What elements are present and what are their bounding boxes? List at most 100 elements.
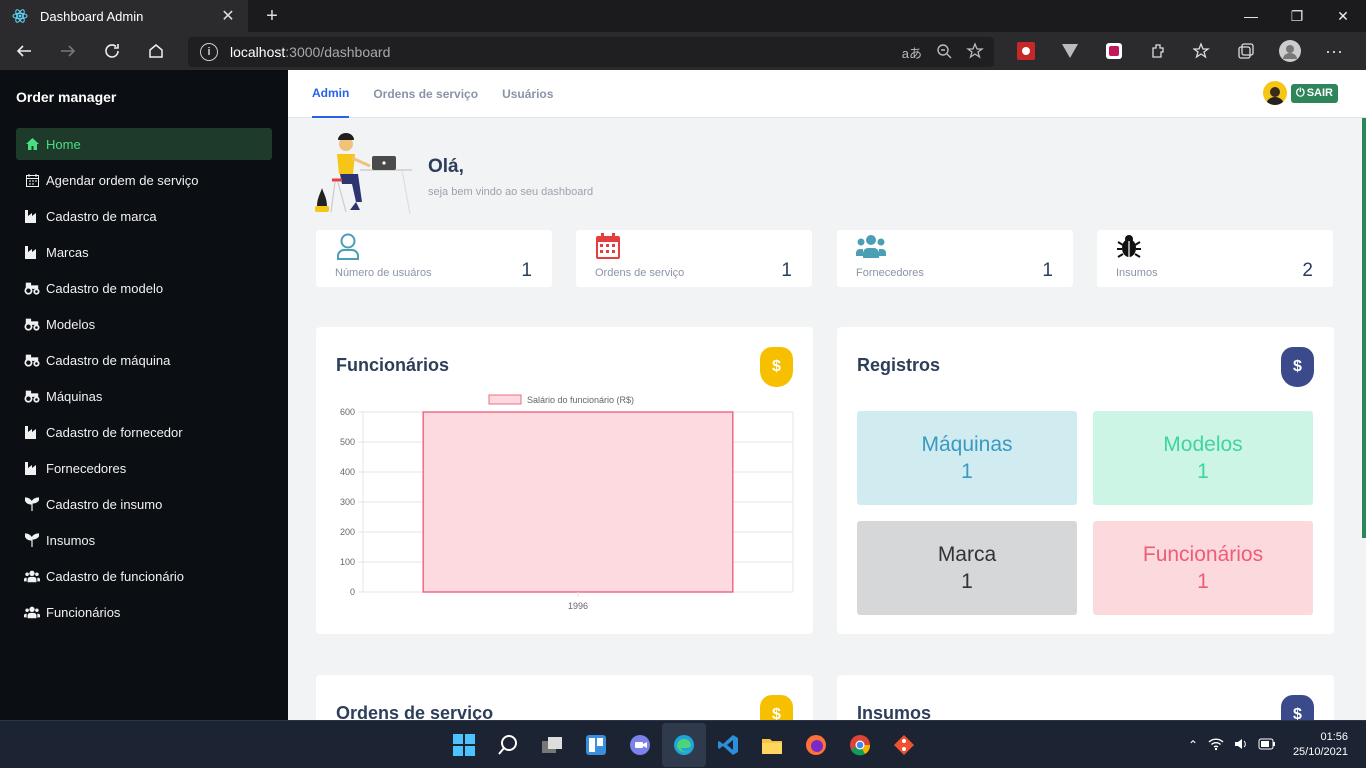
extensions-icon[interactable] xyxy=(1136,32,1180,70)
users-icon xyxy=(24,604,40,620)
chrome-icon[interactable] xyxy=(838,723,882,767)
registro-modelos[interactable]: Modelos 1 xyxy=(1093,411,1313,505)
card-title: Insumos xyxy=(857,703,932,720)
volume-icon[interactable] xyxy=(1234,737,1248,754)
dollar-icon: $ xyxy=(1281,347,1314,387)
home-icon[interactable] xyxy=(136,35,176,67)
welcome-text: Olá, seja bem vindo ao seu dashboard xyxy=(428,156,593,198)
sidebar-item-cadastro-de-funcionario[interactable]: Cadastro de funcionário xyxy=(16,560,272,592)
minimize-icon[interactable]: — xyxy=(1228,0,1274,32)
browser-tab[interactable]: Dashboard Admin ✕ xyxy=(0,0,248,32)
sidebar-item-label: Máquinas xyxy=(46,388,103,404)
stat-card-usuarios: Número de usuáros 1 xyxy=(316,230,552,287)
stat-label: Ordens de serviço xyxy=(595,267,685,279)
registro-maquinas[interactable]: Máquinas 1 xyxy=(857,411,1077,505)
tractor-icon xyxy=(24,388,40,404)
card-title: Registros xyxy=(857,355,941,375)
sidebar-item-label: Home xyxy=(46,136,81,152)
welcome-title: Olá, xyxy=(428,156,464,177)
sidebar-item-cadastro-de-insumo[interactable]: Cadastro de insumo xyxy=(16,488,272,520)
sidebar-item-marcas[interactable]: Marcas xyxy=(16,236,272,268)
chevron-up-icon[interactable]: ⌃ xyxy=(1188,738,1198,752)
registro-label: Funcionários xyxy=(1142,543,1264,566)
industry-icon xyxy=(24,208,40,224)
user-icon xyxy=(335,232,361,260)
sidebar-item-fornecedores[interactable]: Fornecedores xyxy=(16,452,272,484)
sidebar-item-maquinas[interactable]: Máquinas xyxy=(16,380,272,412)
registro-label: Marca xyxy=(937,543,997,566)
sidebar-item-agendar-ordem-de-servico[interactable]: Agendar ordem de serviço xyxy=(16,164,272,196)
refresh-icon[interactable] xyxy=(92,35,132,67)
card-title: Ordens de serviço xyxy=(336,703,494,720)
search-icon[interactable] xyxy=(486,723,530,767)
forward-icon[interactable] xyxy=(48,35,88,67)
sidebar-item-cadastro-de-fornecedor[interactable]: Cadastro de fornecedor xyxy=(16,416,272,448)
teams-chat-icon[interactable] xyxy=(618,723,662,767)
extensions-bar: ··· xyxy=(1004,32,1356,70)
back-icon[interactable] xyxy=(4,35,44,67)
tab-ordens-de-servico[interactable]: Ordens de serviço xyxy=(373,70,478,118)
git-icon[interactable] xyxy=(882,723,926,767)
url-text: localhost:3000/dashboard xyxy=(230,44,391,60)
sidebar-item-label: Fornecedores xyxy=(46,460,127,476)
tab-usuarios[interactable]: Usuários xyxy=(502,70,553,118)
read-aloud-icon[interactable]: aあ xyxy=(902,43,922,62)
extension-red-icon[interactable] xyxy=(1004,32,1048,70)
system-tray: ⌃ xyxy=(1188,721,1276,768)
extension-v-icon[interactable] xyxy=(1048,32,1092,70)
wifi-icon[interactable] xyxy=(1208,737,1224,754)
logout-button[interactable]: ⏻ SAIR xyxy=(1291,83,1338,103)
browser-toolbar: i localhost:3000/dashboard aあ ··· xyxy=(0,32,1366,70)
restore-icon[interactable]: ❐ xyxy=(1274,0,1320,32)
stat-value: 2 xyxy=(1302,260,1313,281)
firefox-icon[interactable] xyxy=(794,723,838,767)
battery-icon[interactable] xyxy=(1258,738,1276,753)
tab-admin[interactable]: Admin xyxy=(312,70,350,118)
address-bar[interactable]: i localhost:3000/dashboard aあ xyxy=(188,37,994,67)
windows-start-icon[interactable] xyxy=(442,723,486,767)
sidebar-menu: Home Agendar ordem de serviço Cadastro de … xyxy=(16,128,272,632)
avatar[interactable] xyxy=(1263,81,1288,105)
sidebar-item-modelos[interactable]: Modelos xyxy=(16,308,272,340)
home-icon xyxy=(24,136,40,152)
zoom-out-icon[interactable] xyxy=(936,43,952,62)
scrollbar[interactable] xyxy=(1362,118,1366,538)
vscode-icon[interactable] xyxy=(706,723,750,767)
dollar-icon: $ xyxy=(760,347,793,387)
industry-icon xyxy=(24,424,40,440)
sidebar-item-home[interactable]: Home xyxy=(16,128,272,160)
sidebar-item-cadastro-de-maquina[interactable]: Cadastro de máquina xyxy=(16,344,272,376)
stat-label: Número de usuáros xyxy=(335,267,432,279)
collections-icon[interactable] xyxy=(1224,32,1268,70)
industry-icon xyxy=(24,244,40,260)
registros-card: Registros $ Máquinas 1 Modelos 1 Marca 1… xyxy=(837,327,1334,634)
extension-pocket-icon[interactable] xyxy=(1092,32,1136,70)
site-info-icon[interactable]: i xyxy=(200,43,218,61)
stat-card-insumos: Insumos 2 xyxy=(1097,230,1333,287)
sidebar-item-cadastro-de-marca[interactable]: Cadastro de marca xyxy=(16,200,272,232)
close-window-icon[interactable]: ✕ xyxy=(1320,0,1366,32)
edge-icon[interactable] xyxy=(662,723,706,767)
add-favorite-icon[interactable] xyxy=(966,41,984,63)
tractor-icon xyxy=(24,352,40,368)
favorites-icon[interactable] xyxy=(1180,32,1224,70)
sidebar-item-insumos[interactable]: Insumos xyxy=(16,524,272,556)
stat-value: 1 xyxy=(521,260,532,281)
registro-value: 1 xyxy=(961,460,973,483)
close-tab-icon[interactable]: ✕ xyxy=(218,6,238,26)
new-tab-icon[interactable]: + xyxy=(260,6,284,26)
y-tick-label: 400 xyxy=(340,467,355,477)
task-view-icon[interactable] xyxy=(530,723,574,767)
tractor-icon xyxy=(24,316,40,332)
profile-icon[interactable] xyxy=(1268,32,1312,70)
registro-marca[interactable]: Marca 1 xyxy=(857,521,1077,615)
more-options-icon[interactable]: ··· xyxy=(1312,32,1356,70)
welcome-subtitle: seja bem vindo ao seu dashboard xyxy=(428,186,594,198)
sidebar-item-cadastro-de-modelo[interactable]: Cadastro de modelo xyxy=(16,272,272,304)
widgets-icon[interactable] xyxy=(574,723,618,767)
system-clock[interactable]: 01:56 25/10/2021 xyxy=(1293,730,1348,760)
file-explorer-icon[interactable] xyxy=(750,723,794,767)
registro-funcionarios[interactable]: Funcionários 1 xyxy=(1093,521,1313,615)
sidebar-item-funcionarios[interactable]: Funcionários xyxy=(16,596,272,628)
browser-tab-strip: Dashboard Admin ✕ + — ❐ ✕ xyxy=(0,0,1366,32)
